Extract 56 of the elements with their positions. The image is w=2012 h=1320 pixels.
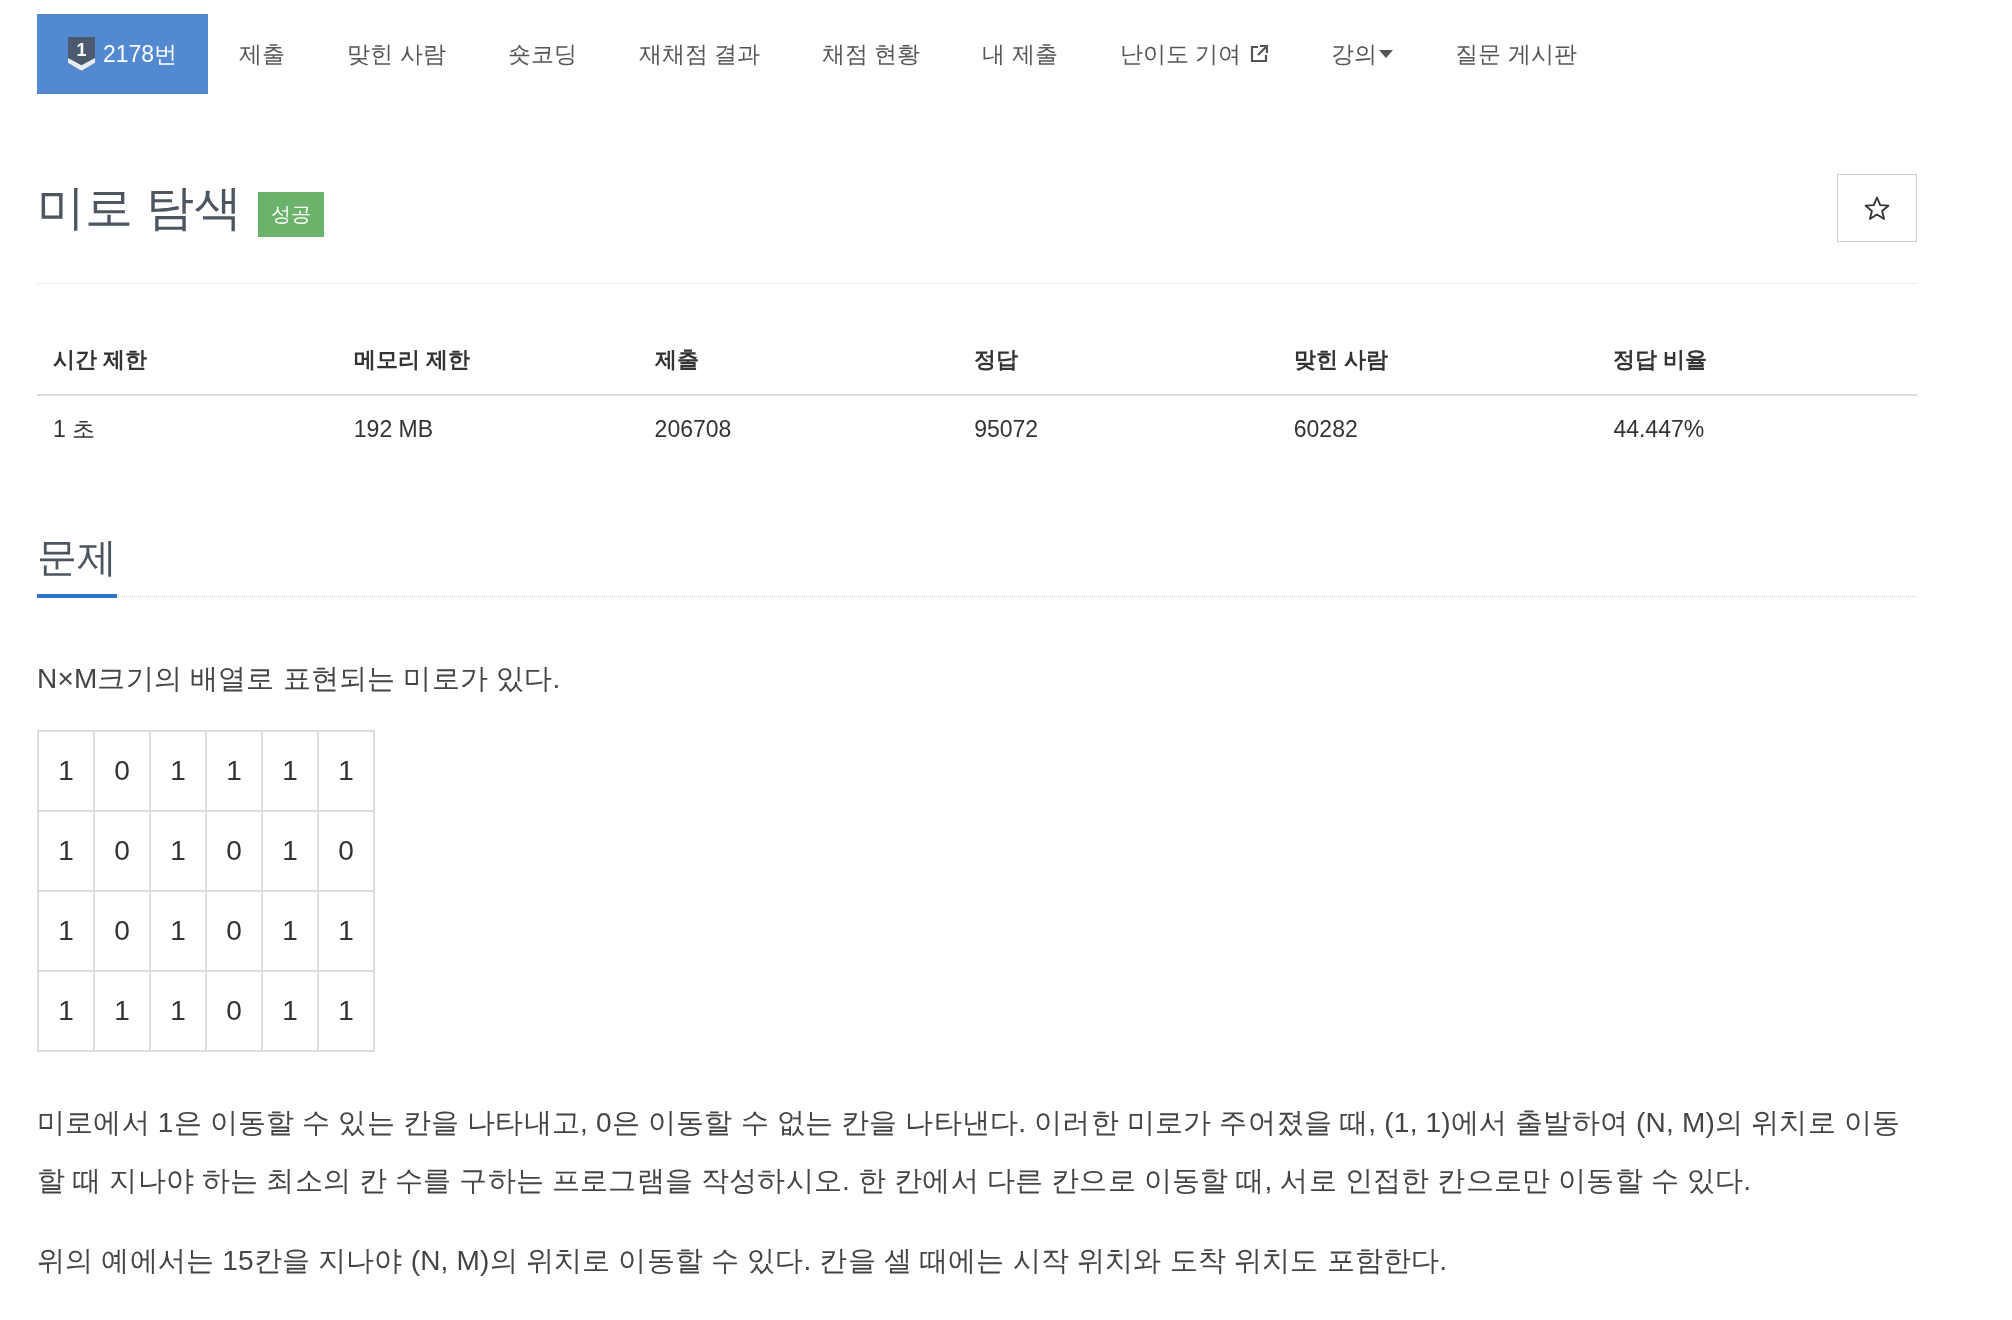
nav-tab[interactable]: 1 2178번 [37,14,209,94]
column-header: 제출 [638,325,959,395]
maze-cell: 0 [94,891,150,971]
nav-tab[interactable]: 질문 게시판 [1424,14,1608,94]
favorite-button[interactable] [1837,174,1917,242]
column-header: 정답 [958,325,1278,395]
maze-cell: 1 [262,891,318,971]
nav-tab[interactable]: 난이도 기여 [1088,14,1301,94]
maze-cell: 0 [206,971,262,1051]
status-badge: 성공 [258,191,325,237]
maze-cell: 1 [262,971,318,1051]
maze-cell: 1 [150,971,206,1051]
problem-text: 위의 예에서는 15칸을 지나야 (N, M)의 위치로 이동할 수 있다. 칸을 셀 때에는 시작 위치와 도착 위치도 포함한다. [37,1244,1449,1278]
table-cell: 60282 [1277,395,1598,463]
problem-text: N×M크기의 배열로 표현되는 미로가 있다. [37,662,562,696]
table-cell: 206708 [638,395,959,463]
maze-cell: 0 [206,891,262,971]
maze-cell: 1 [262,731,318,811]
nav-tab[interactable]: 맞힌 사람 [316,14,477,94]
maze-cell: 1 [38,891,94,971]
problem-number-badge: 1 [68,37,95,71]
table-cell: 44.447% [1597,395,1917,463]
external-link-icon [1249,44,1270,64]
maze-cell: 1 [38,971,94,1051]
maze-cell: 0 [206,811,262,891]
maze-cell: 1 [38,811,94,891]
maze-cell: 1 [150,891,206,971]
maze-cell: 0 [94,731,150,811]
maze-cell: 1 [38,731,94,811]
column-header: 정답 비율 [1597,325,1917,395]
maze-cell: 1 [206,731,262,811]
table-cell: 1 초 [37,395,338,463]
maze-cell: 0 [94,811,150,891]
section-title: 문제 [37,533,117,598]
maze-cell: 1 [262,811,318,891]
nav-tab[interactable]: 내 제출 [951,14,1089,94]
nav-tab[interactable]: 숏코딩 [476,14,608,94]
maze-cell: 1 [318,891,374,971]
nav-tab[interactable]: 채점 현황 [790,14,952,94]
column-header: 맞힌 사람 [1277,325,1598,395]
nav-tab[interactable]: 제출 [208,14,317,94]
table-cell: 192 MB [337,395,639,463]
column-header: 메모리 제한 [337,325,639,395]
maze-cell: 1 [94,971,150,1051]
maze-cell: 1 [318,731,374,811]
maze-cell: 0 [318,811,374,891]
maze-cell: 1 [318,971,374,1051]
problem-title: 미로 탐색 [37,180,243,236]
nav-tab[interactable]: 재채점 결과 [607,14,791,94]
caret-icon [1379,50,1394,58]
problem-text: 미로에서 1은 이동할 수 있는 칸을 나타내고, 0은 이동할 수 없는 칸을 나타낸다. 이러한 미로가 주어졌을 때, (1, 1)에서 출발하여 (N, M)의 위치로 이동할 때 지나야 하는 최소의 칸 수를 구하는 프로그램을 작성하시오. 한 칸에서 다른 칸으로 이동할 때, 서로 인접한 칸으로만 이동할 수 있다. [37,1106,1902,1198]
column-header: 시간 제한 [37,325,338,395]
maze-cell: 1 [150,811,206,891]
nav-tab[interactable]: 강의 [1300,14,1425,94]
table-cell: 95072 [958,395,1278,463]
maze-cell: 1 [150,731,206,811]
